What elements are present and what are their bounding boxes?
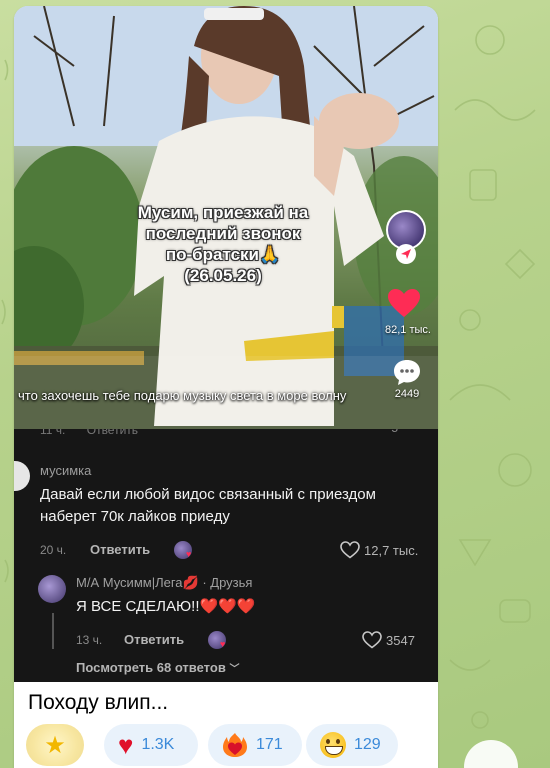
friends-label: · Друзья: [202, 575, 253, 590]
comment-text-line: Давай если любой видос связанный с приез…: [40, 486, 376, 503]
follow-icon[interactable]: [396, 244, 416, 264]
view-more-replies-link[interactable]: Посмотреть 68 ответов ﹀: [76, 660, 239, 675]
star-reaction-icon: ★: [44, 731, 66, 759]
avatar[interactable]: [38, 575, 66, 603]
heart-reaction-button[interactable]: ♥ 1.3K: [104, 724, 198, 766]
message-text: Походу влип...: [28, 691, 169, 714]
reply-username-row: М/А Мусимм|Лега💋 · Друзья: [76, 575, 252, 591]
video-comment-count: 2449: [394, 388, 420, 400]
grinning-face-reaction-icon: [320, 732, 346, 758]
view-more-replies-label: Посмотреть 68 ответов: [76, 660, 226, 675]
reaction-count: 129: [354, 736, 381, 753]
avatar[interactable]: [14, 461, 30, 491]
heart-outline-icon[interactable]: [362, 631, 382, 649]
reply-like-count: 3547: [386, 633, 415, 648]
comments-panel: 11 ч. Ответить 5 мусимка Давай если любо…: [14, 429, 438, 682]
comment-text-line: наберет 70к лайков приеду: [40, 508, 230, 525]
comment-like-count: 12,7 тыс.: [364, 543, 419, 558]
scroll-down-button[interactable]: [464, 740, 518, 768]
comment-username[interactable]: мусимка: [40, 463, 91, 478]
mini-heart-icon: ♥: [220, 639, 226, 649]
heart-on-fire-reaction-icon: [223, 733, 247, 757]
heart-on-fire-reaction-button[interactable]: 171: [208, 724, 302, 766]
heart-outline-icon[interactable]: [340, 541, 360, 559]
grinning-face-reaction-button[interactable]: 129: [306, 724, 398, 766]
thread-line: [52, 613, 54, 649]
previous-comment-time: 11 ч.: [40, 429, 66, 437]
video-caption: что захочешь тебе подарю музыку света в …: [18, 388, 347, 403]
mini-heart-icon: ♥: [186, 549, 192, 559]
reaction-count: 1.3K: [141, 736, 175, 753]
tiktok-video-frame[interactable]: Мусим, приезжай на последний звонок по-б…: [14, 6, 438, 429]
video-overlay-text: Мусим, приезжай на последний звонок по-б…: [137, 203, 309, 285]
reply-button[interactable]: Ответить: [90, 542, 150, 557]
heart-reaction-icon: ♥: [118, 730, 134, 760]
like-button[interactable]: [386, 288, 422, 323]
video-like-count: 82,1 тыс.: [385, 324, 431, 336]
star-reaction-button[interactable]: ★: [26, 724, 84, 766]
comment-bubble-icon: [394, 360, 420, 385]
previous-reply-button[interactable]: Ответить: [87, 429, 138, 437]
heart-icon: [388, 289, 420, 317]
reaction-count: 171: [256, 736, 283, 753]
comment-time: 20 ч.: [40, 543, 67, 557]
reply-text: Я ВСЕ СДЕЛАЮ!!❤️❤️❤️: [76, 598, 256, 615]
chevron-down-icon: ﹀: [229, 664, 240, 675]
reply-button[interactable]: Ответить: [124, 632, 184, 647]
reply-username[interactable]: М/А Мусимм|Лега💋: [76, 575, 199, 590]
video-side-actions: 82,1 тыс. 2449: [384, 210, 431, 410]
comment-text: Давай если любой видос связанный с приез…: [40, 484, 438, 528]
reactions-bar: ★ ♥ 1.3K 171 129: [26, 722, 438, 766]
reply-time: 13 ч.: [76, 633, 103, 647]
comment-button[interactable]: [392, 358, 422, 386]
previous-comment-likes: 5: [391, 429, 398, 435]
previous-comment-meta: 11 ч. Ответить: [40, 429, 156, 437]
message-bubble: Мусим, приезжай на последний звонок по-б…: [14, 6, 438, 768]
